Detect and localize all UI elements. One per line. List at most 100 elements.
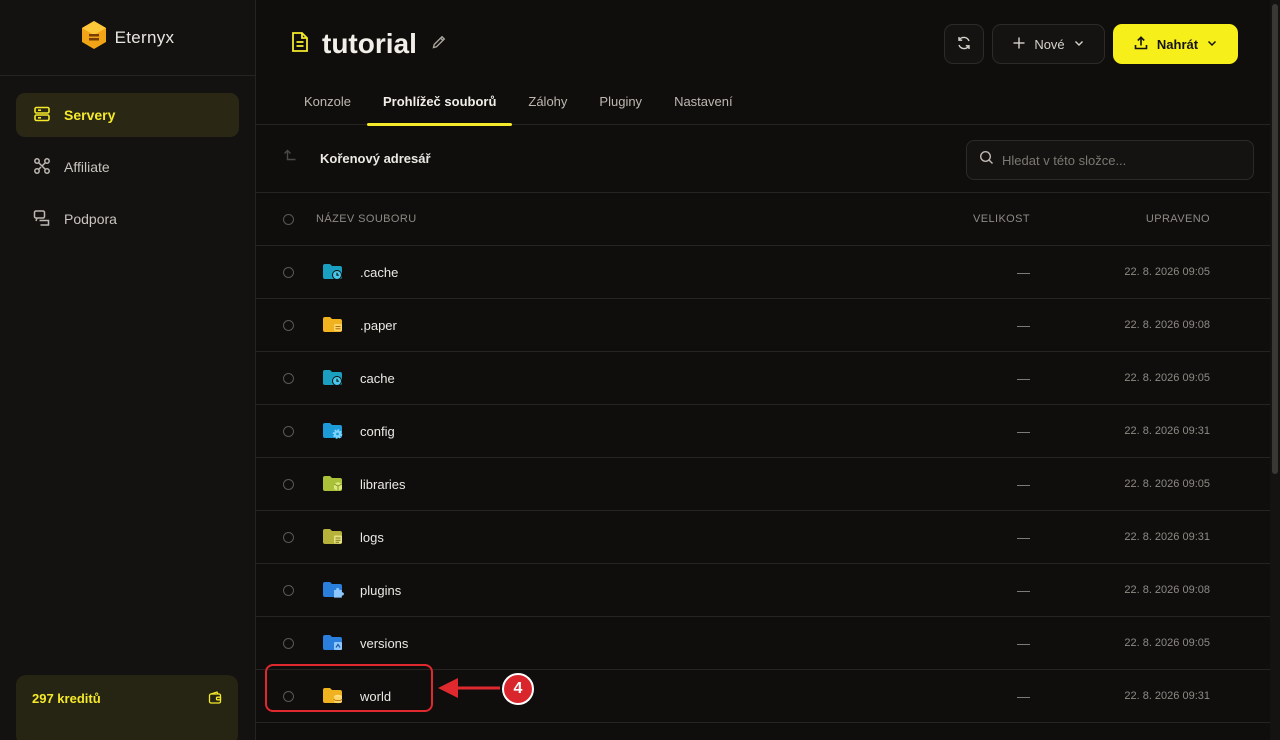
file-size: —: [1017, 688, 1030, 704]
refresh-button[interactable]: [944, 24, 984, 64]
table-row[interactable]: libraries — 22. 8. 2026 09:05: [256, 458, 1280, 511]
file-name[interactable]: versions: [360, 636, 408, 651]
sidebar-item-podpora[interactable]: Podpora: [16, 197, 239, 241]
chat-icon: [33, 209, 51, 230]
folder-icon: [322, 528, 344, 551]
affiliate-icon: [33, 157, 51, 178]
row-checkbox[interactable]: [283, 425, 294, 437]
file-name[interactable]: plugins: [360, 583, 401, 598]
annotation-step-badge: 4: [502, 673, 534, 705]
file-name[interactable]: .cache: [360, 265, 398, 280]
table-row[interactable]: config — 22. 8. 2026 09:31: [256, 405, 1280, 458]
tab-bar: Konzole Prohlížeč souborů Zálohy Pluginy…: [256, 88, 1280, 126]
file-name[interactable]: .paper: [360, 318, 397, 333]
upload-icon: [1133, 35, 1149, 54]
table-row[interactable]: versions — 22. 8. 2026 09:05: [256, 617, 1280, 670]
edit-pencil-icon[interactable]: [431, 34, 447, 55]
sidebar-item-label: Podpora: [64, 211, 117, 227]
scrollbar[interactable]: [1270, 0, 1280, 740]
column-name[interactable]: NÁZEV SOUBORU: [316, 213, 417, 225]
select-all-checkbox[interactable]: [283, 213, 294, 225]
annotation-highlight-box: [265, 664, 433, 712]
file-size: —: [1017, 582, 1030, 598]
table-row[interactable]: plugins — 22. 8. 2026 09:08: [256, 564, 1280, 617]
file-name[interactable]: cache: [360, 371, 395, 386]
row-checkbox[interactable]: [283, 266, 294, 278]
file-modified: 22. 8. 2026 09:05: [1124, 266, 1210, 278]
level-up-icon[interactable]: [282, 148, 298, 169]
file-modified: 22. 8. 2026 09:31: [1124, 425, 1210, 437]
row-checkbox[interactable]: [283, 372, 294, 384]
tab-pluginy[interactable]: Pluginy: [583, 88, 658, 125]
file-modified: 22. 8. 2026 09:05: [1124, 637, 1210, 649]
sidebar-item-label: Servery: [64, 107, 116, 123]
tab-nastaveni[interactable]: Nastavení: [658, 88, 749, 125]
folder-clock-icon: [322, 369, 344, 392]
plus-icon: [1012, 36, 1026, 53]
file-size: —: [1017, 264, 1030, 280]
file-name[interactable]: libraries: [360, 477, 406, 492]
refresh-icon: [956, 35, 972, 54]
chevron-down-icon: [1206, 37, 1218, 52]
tab-zalohy[interactable]: Zálohy: [512, 88, 583, 125]
file-modified: 22. 8. 2026 09:05: [1124, 372, 1210, 384]
file-size: —: [1017, 423, 1030, 439]
brand-logo-icon: [81, 20, 107, 55]
table-header: NÁZEV SOUBORU VELIKOST UPRAVENO: [256, 193, 1280, 246]
sidebar-item-label: Affiliate: [64, 159, 110, 175]
brand[interactable]: Eternyx: [0, 0, 255, 76]
brand-name: Eternyx: [114, 27, 175, 47]
file-modified: 22. 8. 2026 09:31: [1124, 690, 1210, 702]
table-row[interactable]: logs — 22. 8. 2026 09:31: [256, 511, 1280, 564]
new-button[interactable]: Nové: [992, 24, 1105, 64]
credits-label: 297 kreditů: [32, 691, 101, 706]
file-name[interactable]: logs: [360, 530, 384, 545]
search-icon: [979, 150, 994, 170]
wallet-icon: [208, 691, 222, 710]
folder-icon: [322, 634, 344, 657]
table-row[interactable]: cache — 22. 8. 2026 09:05: [256, 352, 1280, 405]
search-input[interactable]: [1002, 152, 1232, 168]
upload-button[interactable]: Nahrát: [1113, 24, 1238, 64]
folder-clock-icon: [322, 263, 344, 286]
row-checkbox[interactable]: [283, 637, 294, 649]
file-name[interactable]: config: [360, 424, 395, 439]
file-document-icon: [290, 31, 310, 58]
sidebar-item-affiliate[interactable]: Affiliate: [16, 145, 239, 189]
search-box[interactable]: [966, 140, 1254, 180]
file-size: —: [1017, 635, 1030, 651]
header-actions: Nové Nahrát: [944, 24, 1238, 64]
row-checkbox[interactable]: [283, 531, 294, 543]
folder-icon: [322, 475, 344, 498]
folder-icon: [322, 316, 344, 339]
credits-card[interactable]: 297 kreditů: [16, 675, 238, 740]
file-size: —: [1017, 317, 1030, 333]
upload-button-label: Nahrát: [1156, 36, 1199, 52]
file-modified: 22. 8. 2026 09:31: [1124, 531, 1210, 543]
scrollbar-thumb[interactable]: [1272, 4, 1278, 474]
main-content: tutorial Nové Nahrát Konzole Prohlížeč s…: [256, 0, 1280, 740]
file-size: —: [1017, 370, 1030, 386]
page-header: tutorial Nové Nahrát: [256, 0, 1280, 88]
file-modified: 22. 8. 2026 09:08: [1124, 319, 1210, 331]
chevron-down-icon: [1073, 37, 1085, 52]
folder-puzzle-icon: [322, 581, 344, 604]
sidebar-nav: Servery Affiliate Podpora: [0, 76, 255, 266]
file-list: .cache — 22. 8. 2026 09:05 .paper — 22. …: [256, 246, 1280, 723]
row-checkbox[interactable]: [283, 584, 294, 596]
page-title: tutorial: [322, 28, 417, 59]
column-modified[interactable]: UPRAVENO: [1146, 213, 1210, 225]
tab-prohlizec-souboru[interactable]: Prohlížeč souborů: [366, 88, 513, 126]
annotation-arrow-icon: [436, 676, 502, 705]
row-checkbox[interactable]: [283, 478, 294, 490]
tab-konzole[interactable]: Konzole: [288, 88, 367, 125]
table-row[interactable]: .paper — 22. 8. 2026 09:08: [256, 299, 1280, 352]
sidebar-item-servery[interactable]: Servery: [16, 93, 239, 137]
path-bar: Kořenový adresář: [256, 125, 1280, 193]
file-size: —: [1017, 476, 1030, 492]
breadcrumb-root[interactable]: Kořenový adresář: [320, 151, 431, 166]
row-checkbox[interactable]: [283, 319, 294, 331]
table-row[interactable]: .cache — 22. 8. 2026 09:05: [256, 246, 1280, 299]
column-size[interactable]: VELIKOST: [973, 213, 1030, 225]
sidebar: Eternyx Servery Affiliate Podpora 297 kr…: [0, 0, 256, 740]
